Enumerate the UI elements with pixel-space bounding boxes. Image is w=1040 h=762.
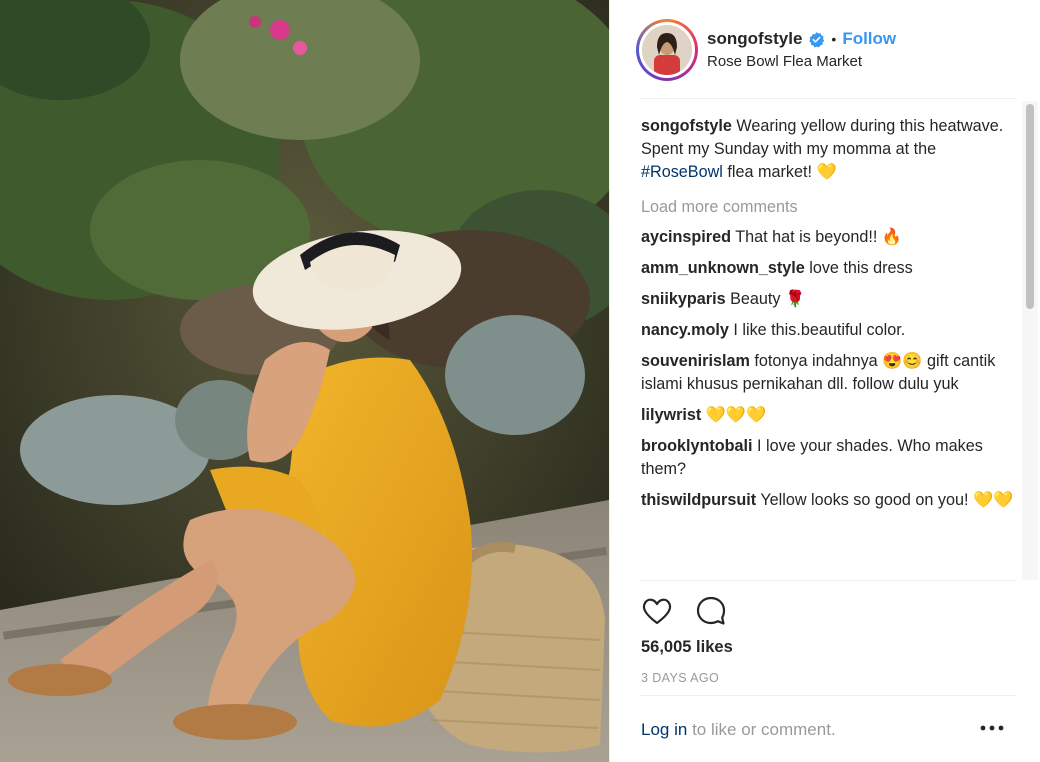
avatar[interactable] xyxy=(636,19,698,81)
avatar-image xyxy=(642,25,692,75)
comment-author[interactable]: nancy.moly xyxy=(641,321,729,339)
post-details-panel: songofstyle • Follow Rose Bowl Flea Mark… xyxy=(609,0,1040,762)
post-photo[interactable] xyxy=(0,0,609,762)
caption-author[interactable]: songofstyle xyxy=(641,117,732,135)
comment-author[interactable]: lilywrist xyxy=(641,406,701,424)
login-prompt-text: to like or comment. xyxy=(692,720,836,739)
divider xyxy=(640,98,1017,99)
comment-text: I like this.beautiful color. xyxy=(733,321,906,339)
comment-text: love this dress xyxy=(809,259,913,277)
likes-count[interactable]: 56,005 likes xyxy=(641,638,733,657)
comments-scrollbar[interactable] xyxy=(1022,101,1038,580)
comment-author[interactable]: aycinspired xyxy=(641,228,731,246)
post-timestamp[interactable]: 3 DAYS AGO xyxy=(641,671,719,685)
load-more-comments-button[interactable]: Load more comments xyxy=(641,196,1020,219)
comment-item: amm_unknown_style love this dress xyxy=(641,257,1020,280)
hashtag-link[interactable]: #RoseBowl xyxy=(641,163,723,181)
comment-item: nancy.moly I like this.beautiful color. xyxy=(641,319,1020,342)
comments-list[interactable]: songofstyle Wearing yellow during this h… xyxy=(641,106,1020,580)
caption: songofstyle Wearing yellow during this h… xyxy=(641,115,1020,184)
more-options-icon[interactable] xyxy=(978,718,1006,738)
login-prompt: Log in to like or comment. xyxy=(641,720,836,740)
follow-button[interactable]: Follow xyxy=(842,29,896,49)
comment-text: That hat is beyond!! 🔥 xyxy=(735,228,903,246)
caption-text-end: flea market! 💛 xyxy=(727,163,837,181)
comment-text: 💛💛💛 xyxy=(705,406,767,424)
verified-badge-icon xyxy=(808,31,825,48)
scrollbar-thumb[interactable] xyxy=(1026,104,1034,309)
login-link[interactable]: Log in xyxy=(641,720,687,739)
comment-text: Yellow looks so good on you! 💛💛 xyxy=(760,491,1014,509)
comment-author[interactable]: amm_unknown_style xyxy=(641,259,805,277)
username-link[interactable]: songofstyle xyxy=(707,29,802,49)
comment-item: sniikyparis Beauty 🌹 xyxy=(641,288,1020,311)
divider xyxy=(640,580,1017,581)
location-link[interactable]: Rose Bowl Flea Market xyxy=(707,53,862,70)
post-header: songofstyle • Follow Rose Bowl Flea Mark… xyxy=(610,0,1040,98)
comment-author[interactable]: brooklyntobali xyxy=(641,437,753,455)
comment-item: thiswildpursuit Yellow looks so good on … xyxy=(641,489,1020,512)
comment-text: Beauty 🌹 xyxy=(730,290,806,308)
action-bar xyxy=(640,594,728,628)
comment-item: aycinspired That hat is beyond!! 🔥 xyxy=(641,226,1020,249)
separator-dot: • xyxy=(831,31,837,47)
username-line: songofstyle • Follow xyxy=(707,29,896,49)
post-photo-image xyxy=(0,0,609,762)
heart-icon[interactable] xyxy=(640,594,674,628)
comment-author[interactable]: sniikyparis xyxy=(641,290,726,308)
comment-author[interactable]: souvenirislam xyxy=(641,352,750,370)
comment-author[interactable]: thiswildpursuit xyxy=(641,491,756,509)
comment-item: souvenirislam fotonya indahnya 😍😊 gift c… xyxy=(641,350,1020,396)
divider xyxy=(640,695,1017,696)
comment-bubble-icon[interactable] xyxy=(694,594,728,628)
comment-item: lilywrist 💛💛💛 xyxy=(641,404,1020,427)
comment-item: brooklyntobali I love your shades. Who m… xyxy=(641,435,1020,481)
